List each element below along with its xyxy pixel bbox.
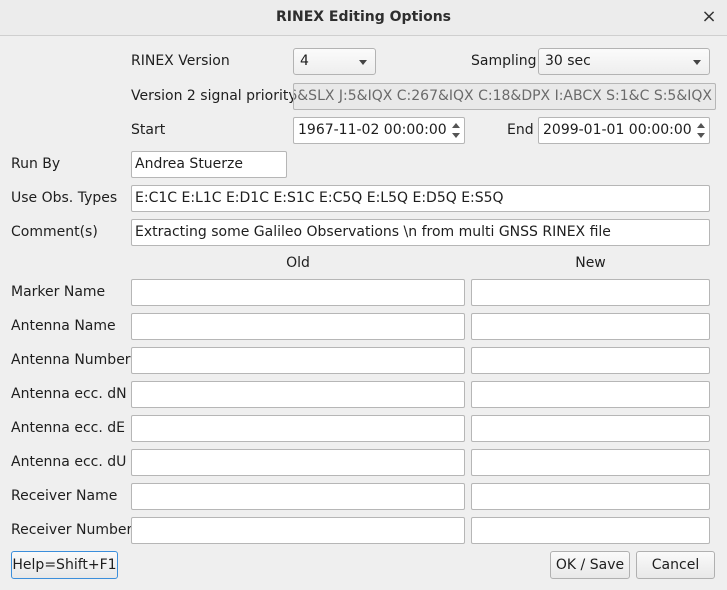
cancel-button[interactable]: Cancel — [636, 551, 715, 579]
rinex-version-value: 4 — [300, 53, 309, 69]
row-label-antenna-ecc-de: Antenna ecc. dE — [11, 420, 125, 436]
antenna-ecc-de-old-input[interactable] — [131, 415, 465, 442]
row-label-antenna-ecc-du: Antenna ecc. dU — [11, 454, 127, 470]
rinex-version-select[interactable]: 4 — [293, 48, 376, 75]
antenna-ecc-du-new-input[interactable] — [471, 449, 710, 476]
spin-up-icon[interactable] — [697, 123, 705, 128]
obs-types-label: Use Obs. Types — [11, 190, 118, 206]
antenna-ecc-du-old-input[interactable] — [131, 449, 465, 476]
spin-arrows-icon[interactable] — [450, 120, 462, 141]
comments-label: Comment(s) — [11, 224, 98, 240]
comments-input[interactable]: Extracting some Galileo Observations \n … — [131, 219, 710, 246]
receiver-number-new-input[interactable] — [471, 517, 710, 544]
marker-name-old-input[interactable] — [131, 279, 465, 306]
sampling-label: Sampling — [471, 53, 537, 69]
help-button[interactable]: Help=Shift+F1 — [11, 551, 118, 579]
chevron-down-icon — [693, 60, 701, 65]
antenna-number-old-input[interactable] — [131, 347, 465, 374]
row-label-marker-name: Marker Name — [11, 284, 106, 300]
antenna-number-new-input[interactable] — [471, 347, 710, 374]
receiver-name-old-input[interactable] — [131, 483, 465, 510]
run-by-label: Run By — [11, 156, 61, 172]
rinex-version-label: RINEX Version — [131, 53, 230, 69]
row-label-receiver-number: Receiver Number — [11, 522, 133, 538]
sampling-select[interactable]: 30 sec — [538, 48, 710, 75]
spin-arrows-icon[interactable] — [695, 120, 707, 141]
antenna-name-new-input[interactable] — [471, 313, 710, 340]
row-label-antenna-number: Antenna Number — [11, 352, 131, 368]
start-datetime-value: 1967-11-02 00:00:00 — [298, 122, 447, 138]
start-label: Start — [131, 122, 166, 138]
v2-signal-priority-label: Version 2 signal priority — [131, 88, 297, 104]
window-title: RINEX Editing Options — [275, 9, 451, 25]
spin-up-icon[interactable] — [452, 123, 460, 128]
start-datetime-input[interactable]: 1967-11-02 00:00:00 — [293, 117, 465, 144]
ok-save-button[interactable]: OK / Save — [550, 551, 630, 579]
antenna-name-old-input[interactable] — [131, 313, 465, 340]
row-label-antenna-name: Antenna Name — [11, 318, 116, 334]
sampling-value: 30 sec — [545, 53, 591, 69]
end-datetime-value: 2099-01-01 00:00:00 — [543, 122, 692, 138]
receiver-number-old-input[interactable] — [131, 517, 465, 544]
antenna-ecc-de-new-input[interactable] — [471, 415, 710, 442]
row-label-antenna-ecc-dn: Antenna ecc. dN — [11, 386, 127, 402]
chevron-down-icon — [359, 60, 367, 65]
obs-types-input[interactable]: E:C1C E:L1C E:D1C E:S1C E:C5Q E:L5Q E:D5… — [131, 185, 710, 212]
marker-name-new-input[interactable] — [471, 279, 710, 306]
end-datetime-input[interactable]: 2099-01-01 00:00:00 — [538, 117, 710, 144]
antenna-ecc-dn-old-input[interactable] — [131, 381, 465, 408]
old-column-header: Old — [286, 255, 310, 271]
end-label: End — [507, 122, 534, 138]
run-by-input[interactable]: Andrea Stuerze — [131, 151, 287, 178]
new-column-header: New — [575, 255, 606, 271]
row-label-receiver-name: Receiver Name — [11, 488, 118, 504]
spin-down-icon[interactable] — [452, 133, 460, 138]
receiver-name-new-input[interactable] — [471, 483, 710, 510]
spin-down-icon[interactable] — [697, 133, 705, 138]
antenna-ecc-dn-new-input[interactable] — [471, 381, 710, 408]
close-icon[interactable]: × — [699, 6, 719, 28]
v2-signal-priority-field: G:12&PWCSLXYN G:5&IQX R:12&PC R:3&IQX R:… — [293, 83, 716, 110]
title-bar: RINEX Editing Options × — [0, 0, 727, 36]
